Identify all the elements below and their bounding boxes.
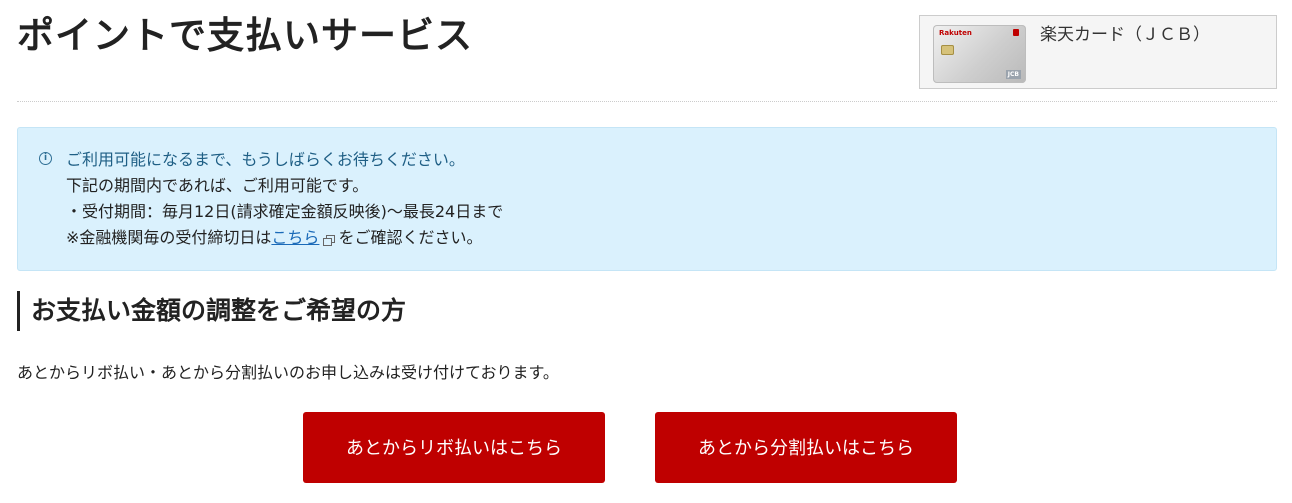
revolving-payment-button[interactable]: あとからリボ払いはこちら: [303, 412, 605, 483]
section-description: あとからリボ払い・あとから分割払いのお申し込みは受け付けております。: [17, 363, 559, 382]
info-icon: i: [39, 152, 52, 165]
notice-box: i ご利用可能になるまで、もうしばらくお待ちください。 下記の期間内であれば、ご…: [17, 127, 1277, 271]
page: ポイントで支払いサービス Rakuten JCB 楽天カード（ＪＣＢ） i ご利…: [17, 0, 1277, 382]
card-mark-icon: [1013, 29, 1019, 36]
deadline-link[interactable]: こちら: [271, 228, 319, 247]
notice-title: ご利用可能になるまで、もうしばらくお待ちください。: [66, 150, 465, 169]
selected-card: Rakuten JCB 楽天カード（ＪＣＢ）: [919, 15, 1277, 89]
external-link-icon: [323, 235, 336, 246]
notice-deadline-suffix: をご確認ください。: [338, 228, 483, 247]
page-title: ポイントで支払いサービス: [17, 14, 473, 57]
page-header: ポイントで支払いサービス Rakuten JCB 楽天カード（ＪＣＢ）: [17, 0, 1277, 102]
notice-line: 下記の期間内であれば、ご利用可能です。: [66, 176, 369, 195]
card-network-logo: JCB: [1005, 70, 1021, 79]
notice-deadline-prefix: ※金融機関毎の受付締切日は: [66, 228, 272, 247]
notice-deadline: ※金融機関毎の受付締切日はこちら をご確認ください。: [66, 225, 503, 251]
card-name: 楽天カード（ＪＣＢ）: [1040, 25, 1210, 45]
card-brand-logo: Rakuten: [939, 29, 972, 37]
installment-payment-button[interactable]: あとから分割払いはこちら: [655, 412, 957, 483]
notice-period: ・受付期間：毎月12日(請求確定金額反映後)〜最長24日まで: [66, 202, 504, 221]
notice-text: ご利用可能になるまで、もうしばらくお待ちください。 下記の期間内であれば、ご利用…: [66, 147, 503, 251]
card-image: Rakuten JCB: [933, 25, 1026, 83]
section-title: お支払い金額の調整をご希望の方: [17, 291, 406, 331]
card-chip-icon: [941, 45, 954, 55]
